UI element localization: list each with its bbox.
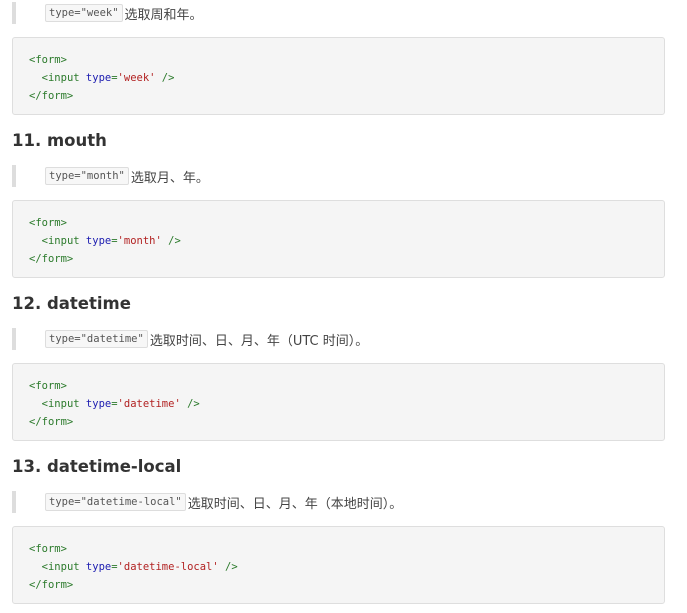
inline-code-month: type="month": [45, 167, 129, 185]
description-week: 选取周和年。: [124, 7, 203, 23]
code-line-input: <input type='datetime' />: [41, 398, 200, 410]
code-line-input: <input type='month' />: [41, 235, 181, 247]
inline-code-datetime-local: type="datetime-local": [45, 493, 186, 511]
inline-code-week: type="week": [45, 4, 123, 22]
blockquote-week: type="week" 选取周和年。: [12, 2, 652, 24]
heading-datetime: 12. datetime: [12, 294, 131, 313]
heading-datetime-local: 13. datetime-local: [12, 457, 182, 476]
heading-month: 11. mouth: [12, 131, 107, 150]
code-line-form-open: <form>: [29, 543, 67, 555]
inline-code-datetime: type="datetime": [45, 330, 148, 348]
blockquote-month: type="month" 选取月、年。: [12, 165, 652, 187]
blockquote-datetime-local: type="datetime-local" 选取时间、日、月、年（本地时间）。: [12, 491, 652, 513]
code-line-form-open: <form>: [29, 380, 67, 392]
code-block-datetime-local: <form> <input type='datetime-local' /> <…: [12, 526, 665, 604]
code-line-form-open: <form>: [29, 54, 67, 66]
code-line-input: <input type='datetime-local' />: [41, 561, 238, 573]
description-datetime: 选取时间、日、月、年（UTC 时间）。: [149, 333, 369, 349]
description-month: 选取月、年。: [130, 170, 209, 186]
code-line-form-close: </form>: [29, 90, 74, 102]
code-line-form-open: <form>: [29, 217, 67, 229]
code-block-month: <form> <input type='month' /> </form>: [12, 200, 665, 278]
code-block-week: <form> <input type='week' /> </form>: [12, 37, 665, 115]
code-line-input: <input type='week' />: [41, 72, 175, 84]
description-datetime-local: 选取时间、日、月、年（本地时间）。: [187, 496, 403, 512]
blockquote-datetime: type="datetime" 选取时间、日、月、年（UTC 时间）。: [12, 328, 652, 350]
code-line-form-close: </form>: [29, 253, 74, 265]
code-line-form-close: </form>: [29, 416, 74, 428]
code-block-datetime: <form> <input type='datetime' /> </form>: [12, 363, 665, 441]
code-line-form-close: </form>: [29, 579, 74, 591]
